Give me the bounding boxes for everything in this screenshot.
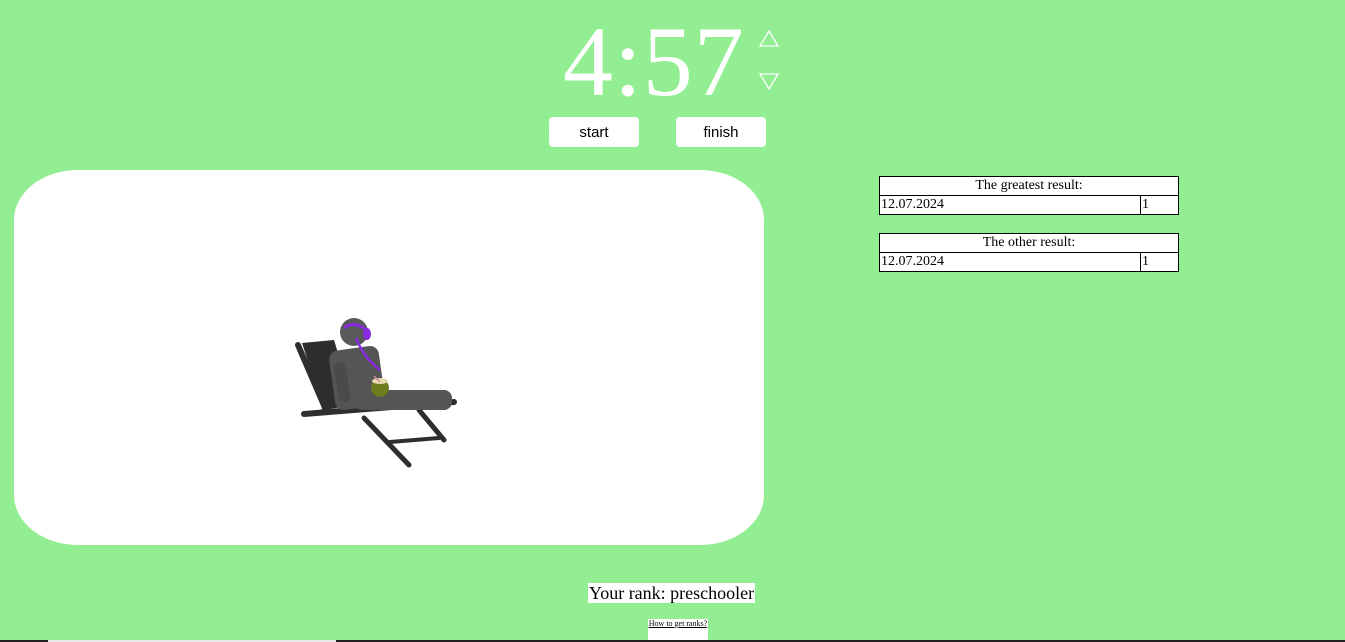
relax-panel [14, 170, 764, 545]
rank-label: Your rank: preschooler [588, 583, 756, 603]
greatest-result-header: The greatest result: [879, 176, 1179, 196]
result-date: 12.07.2024 [879, 195, 1141, 215]
relaxing-person-illustration [295, 318, 457, 468]
countdown-timer: 4:57 [563, 6, 745, 117]
result-date: 12.07.2024 [879, 252, 1141, 272]
start-button[interactable]: start [549, 117, 639, 147]
greatest-result-table: The greatest result: 12.07.2024 1 [879, 176, 1179, 215]
decrease-time-icon[interactable] [758, 71, 780, 91]
result-value: 1 [1140, 252, 1179, 272]
other-result-table: The other result: 12.07.2024 1 [879, 233, 1179, 272]
increase-time-icon[interactable] [758, 29, 780, 49]
table-row: 12.07.2024 1 [879, 252, 1179, 272]
other-result-header: The other result: [879, 233, 1179, 253]
how-to-get-ranks-link[interactable]: How to get ranks? [648, 619, 708, 642]
result-value: 1 [1140, 195, 1179, 215]
finish-button[interactable]: finish [676, 117, 766, 147]
table-row: 12.07.2024 1 [879, 195, 1179, 215]
